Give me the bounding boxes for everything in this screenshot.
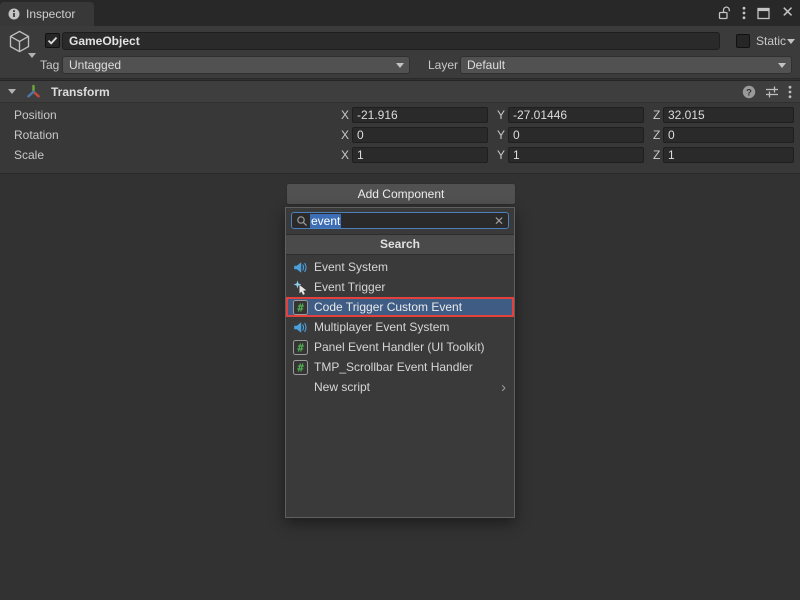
csharp-script-icon: # — [293, 300, 308, 315]
rotation-row: Rotation X Y Z — [0, 125, 800, 145]
icon-spacer — [293, 380, 308, 395]
icon-picker-arrow[interactable] — [28, 53, 36, 58]
kebab-menu-icon[interactable] — [788, 85, 792, 99]
window-controls: ✕ — [718, 0, 794, 26]
check-icon — [47, 35, 58, 46]
position-z-input[interactable] — [663, 107, 794, 123]
svg-text:#: # — [297, 341, 304, 354]
titlebar: Inspector ✕ — [0, 0, 800, 26]
component-item-label: Event Trigger — [314, 280, 385, 294]
component-item-label: Code Trigger Custom Event — [314, 300, 462, 314]
add-component-popup: event ✕ Search Event System Event Trigge… — [285, 207, 515, 518]
component-search-input[interactable]: event ✕ — [291, 212, 509, 229]
tag-label: Tag — [40, 58, 59, 72]
position-row: Position X Y Z — [0, 105, 800, 125]
component-item-new-script[interactable]: New script › — [286, 377, 514, 397]
scale-row: Scale X Y Z — [0, 145, 800, 165]
layer-value: Default — [467, 58, 505, 72]
axis-y-label: Y — [497, 108, 505, 122]
layer-dropdown[interactable]: Default — [460, 56, 792, 74]
chevron-down-icon — [396, 63, 404, 68]
gameobject-name-input[interactable] — [62, 32, 720, 50]
scale-z-input[interactable] — [663, 147, 794, 163]
add-component-button[interactable]: Add Component — [286, 183, 516, 205]
csharp-script-icon: # — [293, 340, 308, 355]
gameobject-header: Static Tag Untagged Layer Default — [0, 26, 800, 79]
static-flags-arrow[interactable] — [787, 39, 795, 44]
scale-x-input[interactable] — [352, 147, 488, 163]
tag-dropdown[interactable]: Untagged — [62, 56, 410, 74]
svg-text:#: # — [297, 301, 304, 314]
axis-y-label: Y — [497, 128, 505, 142]
transform-title: Transform — [51, 85, 110, 99]
chevron-down-icon — [778, 63, 786, 68]
component-item-code-trigger-custom-event[interactable]: # Code Trigger Custom Event — [286, 297, 514, 317]
transform-body: Position X Y Z Rotation X Y Z Scale X Y … — [0, 103, 800, 171]
clear-search-icon[interactable]: ✕ — [494, 215, 504, 227]
component-item-label: TMP_Scrollbar Event Handler — [314, 360, 473, 374]
svg-text:#: # — [297, 361, 304, 374]
inspector-window: Inspector ✕ Static Tag Untagged Layer — [0, 0, 800, 600]
component-item-event-trigger[interactable]: Event Trigger — [286, 277, 514, 297]
component-item-event-system[interactable]: Event System — [286, 257, 514, 277]
rotation-x-input[interactable] — [352, 127, 488, 143]
active-checkbox[interactable] — [45, 33, 60, 48]
close-icon[interactable]: ✕ — [781, 6, 794, 20]
transform-tools: ? — [742, 81, 792, 103]
position-y-input[interactable] — [508, 107, 644, 123]
tab-title: Inspector — [26, 7, 75, 21]
tag-value: Untagged — [69, 58, 121, 72]
component-item-label: Panel Event Handler (UI Toolkit) — [314, 340, 485, 354]
kebab-menu-icon[interactable] — [742, 6, 746, 20]
axis-x-label: X — [341, 108, 349, 122]
chevron-right-icon: › — [501, 380, 514, 395]
event-trigger-icon — [293, 280, 308, 295]
component-item-panel-event-handler[interactable]: # Panel Event Handler (UI Toolkit) — [286, 337, 514, 357]
component-item-tmp-scrollbar-event-handler[interactable]: # TMP_Scrollbar Event Handler — [286, 357, 514, 377]
transform-header[interactable]: Transform ? — [0, 80, 800, 103]
scale-label: Scale — [14, 148, 44, 162]
maximize-icon[interactable] — [757, 7, 770, 20]
unlock-icon[interactable] — [718, 6, 731, 20]
rotation-y-input[interactable] — [508, 127, 644, 143]
presets-icon[interactable] — [765, 85, 779, 99]
help-icon[interactable]: ? — [742, 85, 756, 99]
static-checkbox[interactable] — [736, 34, 750, 48]
search-group-header: Search — [286, 234, 514, 255]
csharp-script-icon: # — [293, 360, 308, 375]
foldout-arrow-icon[interactable] — [8, 89, 16, 94]
event-system-icon — [293, 320, 308, 335]
axis-x-label: X — [341, 148, 349, 162]
axis-x-label: X — [341, 128, 349, 142]
transform-icon — [26, 84, 41, 99]
event-system-icon — [293, 260, 308, 275]
axis-y-label: Y — [497, 148, 505, 162]
scale-y-input[interactable] — [508, 147, 644, 163]
info-icon — [8, 8, 20, 20]
component-item-label: Event System — [314, 260, 388, 274]
static-label: Static — [756, 34, 786, 48]
search-query-text: event — [310, 214, 341, 228]
rotation-label: Rotation — [14, 128, 59, 142]
axis-z-label: Z — [653, 108, 660, 122]
tab-inspector[interactable]: Inspector — [0, 2, 94, 26]
component-item-multiplayer-event-system[interactable]: Multiplayer Event System — [286, 317, 514, 337]
position-x-input[interactable] — [352, 107, 488, 123]
axis-z-label: Z — [653, 148, 660, 162]
search-icon — [296, 215, 308, 227]
section-separator — [0, 171, 800, 174]
rotation-z-input[interactable] — [663, 127, 794, 143]
svg-text:?: ? — [746, 87, 752, 98]
component-list: Event System Event Trigger # Code Trigge… — [286, 257, 514, 397]
layer-label: Layer — [428, 58, 458, 72]
component-item-label: New script — [314, 380, 370, 394]
component-item-label: Multiplayer Event System — [314, 320, 449, 334]
position-label: Position — [14, 108, 57, 122]
axis-z-label: Z — [653, 128, 660, 142]
